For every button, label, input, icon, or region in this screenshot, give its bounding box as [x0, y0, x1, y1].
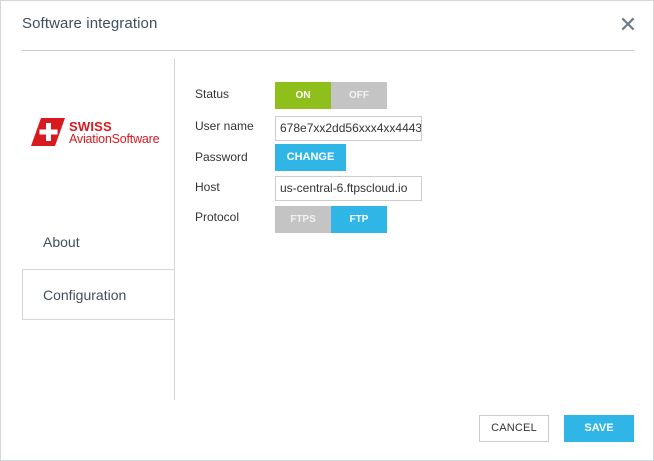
sidebar-item-about[interactable]: About — [22, 217, 174, 269]
close-icon[interactable]: ✕ — [618, 14, 638, 36]
username-label: User name — [195, 119, 254, 133]
protocol-ftp-button[interactable]: FTP — [331, 206, 387, 233]
password-label: Password — [195, 150, 248, 164]
protocol-toggle: FTPS FTP — [275, 206, 387, 233]
protocol-label: Protocol — [195, 210, 240, 224]
sidebar-divider — [174, 58, 175, 400]
save-button[interactable]: SAVE — [564, 415, 634, 442]
logo-subtitle: AviationSoftware — [69, 132, 160, 146]
header-divider — [22, 50, 634, 51]
host-label: Host — [195, 180, 220, 194]
status-off-button[interactable]: OFF — [331, 82, 387, 109]
status-label: Status — [195, 87, 230, 101]
swiss-aviation-software-logo: SWISS AviationSoftware — [31, 118, 171, 148]
username-field[interactable]: 678e7xx2dd56xxx4xx4443 — [275, 116, 422, 141]
sidebar-item-configuration[interactable]: Configuration — [22, 269, 175, 320]
host-field[interactable]: us-central-6.ftpscloud.io — [275, 176, 422, 201]
status-toggle: ON OFF — [275, 82, 387, 109]
dialog-title: Software integration — [22, 15, 158, 32]
sidebar-item-label: Configuration — [43, 287, 127, 303]
swiss-cross-icon — [31, 118, 65, 146]
change-password-button[interactable]: CHANGE — [275, 144, 346, 171]
status-on-button[interactable]: ON — [275, 82, 331, 109]
cancel-button[interactable]: CANCEL — [479, 415, 549, 442]
protocol-ftps-button[interactable]: FTPS — [275, 206, 331, 233]
software-integration-dialog: Software integration ✕ SWISS AviationSof… — [0, 0, 654, 461]
sidebar-item-label: About — [43, 234, 80, 250]
